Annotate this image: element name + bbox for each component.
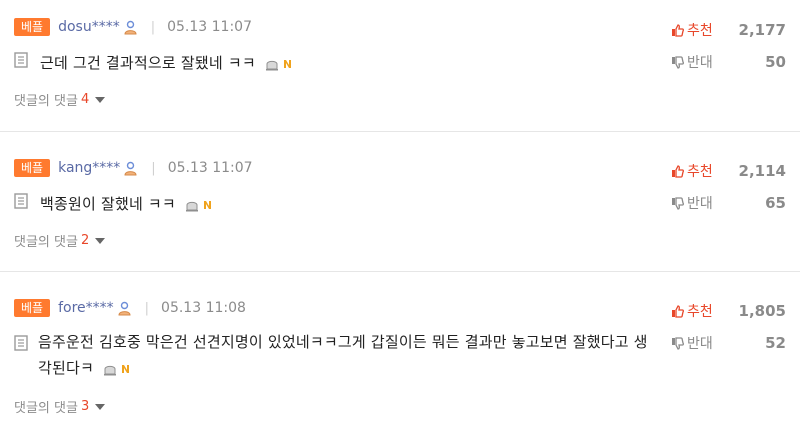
upvote-label: 추천: [671, 301, 713, 321]
comment-text: 백종원이 잘했네 ㅋㅋ: [40, 191, 212, 217]
comment-header: 베플 fore**** | 05.13 11:08: [14, 298, 246, 318]
caret-down-icon: [95, 96, 106, 103]
upvote-text: 추천: [687, 23, 713, 39]
best-badge: 베플: [14, 18, 51, 36]
comment-body: 근데 그건 결과적으로 잘됐네 ㅋㅋ: [14, 50, 292, 76]
downvote-label: 반대: [671, 193, 713, 213]
reply-toggle[interactable]: 댓글의 댓글 3: [14, 397, 106, 416]
reply-label: 댓글의 댓글: [14, 401, 78, 416]
report-icon[interactable]: [103, 362, 117, 376]
comment-body: 백종원이 잘했네 ㅋㅋ: [14, 191, 212, 217]
comment-item: 베플 dosu**** | 05.13 11:07 근데 그건 결과적으로 잘됐…: [0, 0, 800, 132]
thumbs-down-icon: [672, 55, 684, 69]
upvote-button[interactable]: 추천 2,177: [671, 20, 786, 40]
caret-down-icon: [95, 237, 106, 244]
upvote-text: 추천: [687, 304, 713, 320]
upvote-label: 추천: [671, 161, 713, 181]
comment-date: 05.13 11:08: [161, 300, 246, 316]
downvote-text: 반대: [687, 336, 713, 352]
comment-item: 베플 fore**** | 05.13 11:08 음주운전 김호중 막은건 선…: [0, 281, 800, 425]
upvote-button[interactable]: 추천 2,114: [671, 161, 786, 181]
caret-down-icon: [95, 403, 106, 410]
n-badge-icon: [281, 58, 292, 69]
memo-icon[interactable]: [14, 52, 28, 68]
downvote-count: 50: [765, 53, 786, 71]
downvote-button[interactable]: 반대 52: [671, 333, 786, 353]
report-icon[interactable]: [185, 198, 199, 212]
reply-count: 2: [80, 233, 90, 248]
reply-count: 4: [80, 92, 90, 107]
comment-date: 05.13 11:07: [167, 19, 252, 35]
thumbs-up-icon: [672, 304, 684, 318]
comment-actions: [185, 198, 212, 212]
best-badge: 베플: [14, 299, 51, 317]
downvote-label: 반대: [671, 52, 713, 72]
separator: |: [150, 19, 156, 35]
report-icon[interactable]: [265, 57, 279, 71]
downvote-label: 반대: [671, 333, 713, 353]
comment-header: 베플 kang**** | 05.13 11:07: [14, 158, 253, 178]
comment-text-content: 백종원이 잘했네 ㅋㅋ: [40, 195, 176, 213]
downvote-count: 52: [765, 334, 786, 352]
thumbs-down-icon: [672, 196, 684, 210]
comment-header: 베플 dosu**** | 05.13 11:07: [14, 17, 252, 37]
downvote-text: 반대: [687, 196, 713, 212]
reply-label: 댓글의 댓글: [14, 94, 78, 109]
username[interactable]: kang****: [58, 160, 120, 176]
comment-date: 05.13 11:07: [167, 160, 253, 176]
comment-actions: [103, 362, 130, 376]
upvote-text: 추천: [687, 164, 713, 180]
comment-actions: [265, 57, 292, 71]
n-badge-icon: [119, 363, 130, 374]
upvote-count: 2,114: [738, 162, 786, 180]
user-profile-icon: [124, 161, 137, 176]
user-profile-icon: [124, 20, 137, 35]
separator: |: [151, 160, 156, 176]
downvote-button[interactable]: 반대 65: [671, 193, 786, 213]
downvote-count: 65: [765, 194, 786, 212]
n-badge-icon: [201, 199, 212, 210]
user-profile-icon: [118, 301, 131, 316]
upvote-button[interactable]: 추천 1,805: [671, 301, 786, 321]
upvote-count: 2,177: [738, 21, 786, 39]
comment-text: 음주운전 김호중 막은건 선견지명이 있었네ㅋㅋ그게 갑질이든 뭐든 결과만 놓…: [38, 329, 658, 381]
best-badge: 베플: [14, 159, 51, 177]
downvote-button[interactable]: 반대 50: [671, 52, 786, 72]
thumbs-up-icon: [672, 164, 684, 178]
thumbs-up-icon: [672, 23, 684, 37]
comment-text: 근데 그건 결과적으로 잘됐네 ㅋㅋ: [40, 50, 292, 76]
reply-toggle[interactable]: 댓글의 댓글 4: [14, 90, 106, 109]
username[interactable]: dosu****: [58, 19, 120, 35]
comment-text-content: 근데 그건 결과적으로 잘됐네 ㅋㅋ: [40, 54, 256, 72]
upvote-label: 추천: [671, 20, 713, 40]
username[interactable]: fore****: [58, 300, 114, 316]
comment-item: 베플 kang**** | 05.13 11:07 백종원이 잘했네 ㅋㅋ 댓글…: [0, 141, 800, 272]
reply-count: 3: [80, 399, 90, 414]
thumbs-down-icon: [672, 336, 684, 350]
comment-body: 음주운전 김호중 막은건 선견지명이 있었네ㅋㅋ그게 갑질이든 뭐든 결과만 놓…: [14, 329, 658, 381]
reply-label: 댓글의 댓글: [14, 235, 78, 250]
memo-icon[interactable]: [14, 193, 28, 209]
downvote-text: 반대: [687, 55, 713, 71]
reply-toggle[interactable]: 댓글의 댓글 2: [14, 231, 106, 250]
upvote-count: 1,805: [738, 302, 786, 320]
memo-icon[interactable]: [14, 335, 28, 351]
separator: |: [144, 300, 150, 316]
